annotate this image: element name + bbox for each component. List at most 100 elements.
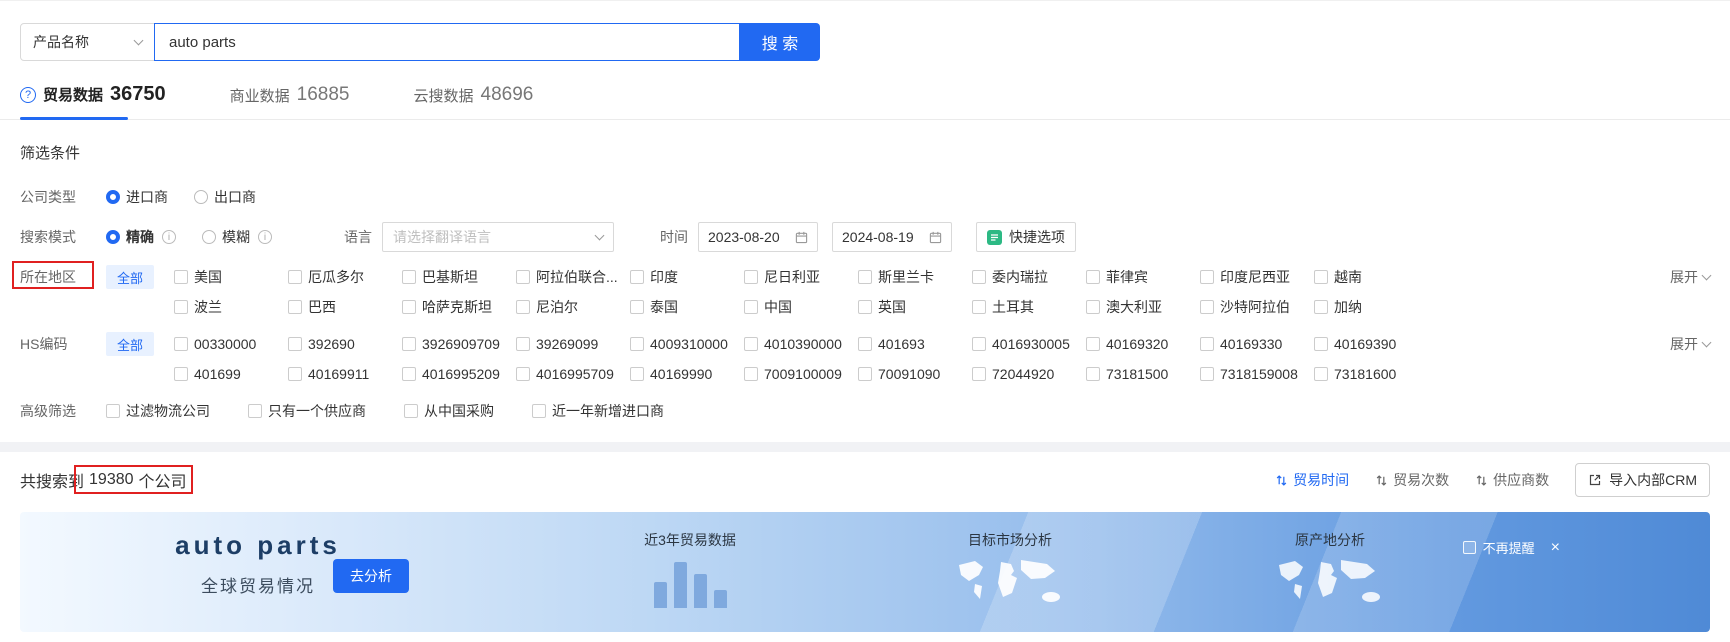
radio-exporter[interactable]: 出口商 [194, 187, 256, 207]
hs-checkbox[interactable]: 40169990 [630, 362, 744, 386]
tab-business-data[interactable]: 商业数据 16885 [230, 76, 350, 119]
region-checkbox[interactable]: 中国 [744, 295, 858, 319]
radio-exact-mode[interactable]: 精确 i [106, 227, 176, 247]
time-label: 时间 [660, 229, 688, 245]
checkbox-icon [532, 404, 546, 418]
hs-checkbox[interactable]: 4009310000 [630, 332, 744, 356]
hs-checkbox[interactable]: 7318159008 [1200, 362, 1314, 386]
region-checkbox[interactable]: 加纳 [1314, 295, 1428, 319]
region-checkbox[interactable]: 尼日利亚 [744, 265, 858, 289]
sort-label: 供应商数 [1493, 472, 1550, 488]
hs-checkbox[interactable]: 4016995709 [516, 362, 630, 386]
region-checkbox[interactable]: 委内瑞拉 [972, 265, 1086, 289]
end-date-picker[interactable]: 2024-08-19 [832, 222, 952, 252]
tab-count: 16885 [296, 84, 350, 105]
info-icon[interactable]: i [258, 230, 272, 244]
close-icon[interactable]: × [1551, 539, 1560, 556]
region-checkbox[interactable]: 菲律宾 [1086, 265, 1200, 289]
region-checkbox[interactable]: 波兰 [174, 295, 288, 319]
radio-selected-icon [106, 230, 120, 244]
hs-checkbox[interactable]: 70091090 [858, 362, 972, 386]
region-checkbox[interactable]: 斯里兰卡 [858, 265, 972, 289]
hs-checkbox[interactable]: 392690 [288, 332, 402, 356]
hs-checkbox[interactable]: 4016930005 [972, 332, 1086, 356]
region-checkbox[interactable]: 沙特阿拉伯 [1200, 295, 1314, 319]
hs-checkbox[interactable]: 3926909709 [402, 332, 516, 356]
region-checkbox[interactable]: 哈萨克斯坦 [402, 295, 516, 319]
advanced-checkbox[interactable]: 过滤物流公司 [106, 399, 218, 423]
hs-checkbox[interactable]: 73181500 [1086, 362, 1200, 386]
hs-checkbox[interactable]: 39269099 [516, 332, 630, 356]
hs-expand-link[interactable]: 展开 [1660, 332, 1712, 356]
radio-fuzzy-mode[interactable]: 模糊 i [202, 227, 272, 247]
region-checkbox[interactable]: 美国 [174, 265, 288, 289]
checkbox-icon [972, 367, 987, 381]
sort-trade-count[interactable]: 贸易次数 [1375, 470, 1449, 490]
region-checkbox[interactable]: 尼泊尔 [516, 295, 630, 319]
analyze-button[interactable]: 去分析 [333, 559, 409, 593]
results-header: 共搜索到 19380 个公司 贸易时间 贸易次数 供应商数 导入内部CRM [0, 452, 1730, 508]
start-date-picker[interactable]: 2023-08-20 [698, 222, 818, 252]
expand-label: 展开 [1670, 336, 1698, 352]
sort-supplier-count[interactable]: 供应商数 [1475, 470, 1549, 490]
hs-checkbox[interactable]: 40169320 [1086, 332, 1200, 356]
region-checkbox[interactable]: 泰国 [630, 295, 744, 319]
region-expand-link[interactable]: 展开 [1660, 265, 1712, 289]
checkbox-label: 40169330 [1220, 336, 1283, 352]
checkbox-icon [402, 367, 417, 381]
quick-options-button[interactable]: 快捷选项 [976, 222, 1076, 252]
region-checkbox[interactable]: 巴基斯坦 [402, 265, 516, 289]
radio-label: 进口商 [126, 189, 168, 205]
help-icon[interactable]: ? [20, 86, 36, 103]
hs-checkbox[interactable]: 401699 [174, 362, 288, 386]
search-category-select[interactable]: 产品名称 [20, 23, 155, 61]
hs-checkbox[interactable]: 401693 [858, 332, 972, 356]
region-checkbox[interactable]: 巴西 [288, 295, 402, 319]
region-checkbox[interactable]: 阿拉伯联合... [516, 265, 630, 289]
checkbox-icon [1200, 337, 1215, 351]
hs-checkbox[interactable]: 4016995209 [402, 362, 516, 386]
region-checkbox[interactable]: 印度 [630, 265, 744, 289]
search-button[interactable]: 搜 索 [740, 23, 820, 61]
region-checkbox[interactable]: 英国 [858, 295, 972, 319]
checkbox-label: 40169990 [650, 366, 713, 382]
hs-checkbox[interactable]: 40169330 [1200, 332, 1314, 356]
advanced-checkbox[interactable]: 近一年新增进口商 [532, 399, 672, 423]
checkbox-icon [402, 300, 417, 314]
region-checkbox[interactable]: 厄瓜多尔 [288, 265, 402, 289]
tab-cloud-search-data[interactable]: 云搜数据 48696 [414, 76, 534, 119]
checkbox-icon [972, 300, 987, 314]
region-checkbox[interactable]: 越南 [1314, 265, 1428, 289]
filter-panel-title: 筛选条件 [20, 145, 81, 162]
bar [713, 590, 727, 608]
region-checkbox[interactable]: 印度尼西亚 [1200, 265, 1314, 289]
search-input[interactable] [154, 23, 740, 61]
filter-panel: 筛选条件 公司类型 进口商 出口商 搜索模式 精确 i 模糊 i 语言 请选择翻… [0, 120, 1730, 442]
advanced-checkbox[interactable]: 只有一个供应商 [248, 399, 374, 423]
sort-trade-time[interactable]: 贸易时间 [1275, 470, 1349, 490]
hs-checkbox[interactable]: 40169390 [1314, 332, 1428, 356]
dismiss-checkbox[interactable] [1462, 541, 1476, 554]
checkbox-label: 40169390 [1334, 336, 1397, 352]
hs-checkbox[interactable]: 73181600 [1314, 362, 1428, 386]
region-all-button[interactable]: 全部 [106, 265, 155, 289]
checkbox-icon [858, 337, 873, 351]
tab-trade-data[interactable]: ? 贸易数据 36750 [20, 75, 166, 120]
language-select[interactable]: 请选择翻译语言 [382, 222, 614, 252]
radio-importer[interactable]: 进口商 [106, 187, 168, 207]
checkbox-label: 4016995709 [536, 366, 614, 382]
info-icon[interactable]: i [162, 230, 176, 244]
hs-all-button[interactable]: 全部 [106, 332, 155, 356]
import-crm-button[interactable]: 导入内部CRM [1575, 463, 1710, 497]
hs-checkbox[interactable]: 4010390000 [744, 332, 858, 356]
hs-checkbox[interactable]: 7009100009 [744, 362, 858, 386]
region-checkbox[interactable]: 土耳其 [972, 295, 1086, 319]
hs-checkbox[interactable]: 00330000 [174, 332, 288, 356]
region-checkbox[interactable]: 澳大利亚 [1086, 295, 1200, 319]
checkbox-icon [404, 404, 418, 418]
hs-checkbox[interactable]: 40169911 [288, 362, 402, 386]
advanced-checkbox[interactable]: 从中国采购 [404, 399, 502, 423]
hs-checkbox[interactable]: 72044920 [972, 362, 1086, 386]
region-row-2: 波兰 巴西 哈萨克斯坦 尼泊尔 泰国 中国 英国 土耳其 澳大利亚 沙特阿拉伯 … [174, 295, 1660, 319]
radio-selected-icon [106, 190, 120, 204]
